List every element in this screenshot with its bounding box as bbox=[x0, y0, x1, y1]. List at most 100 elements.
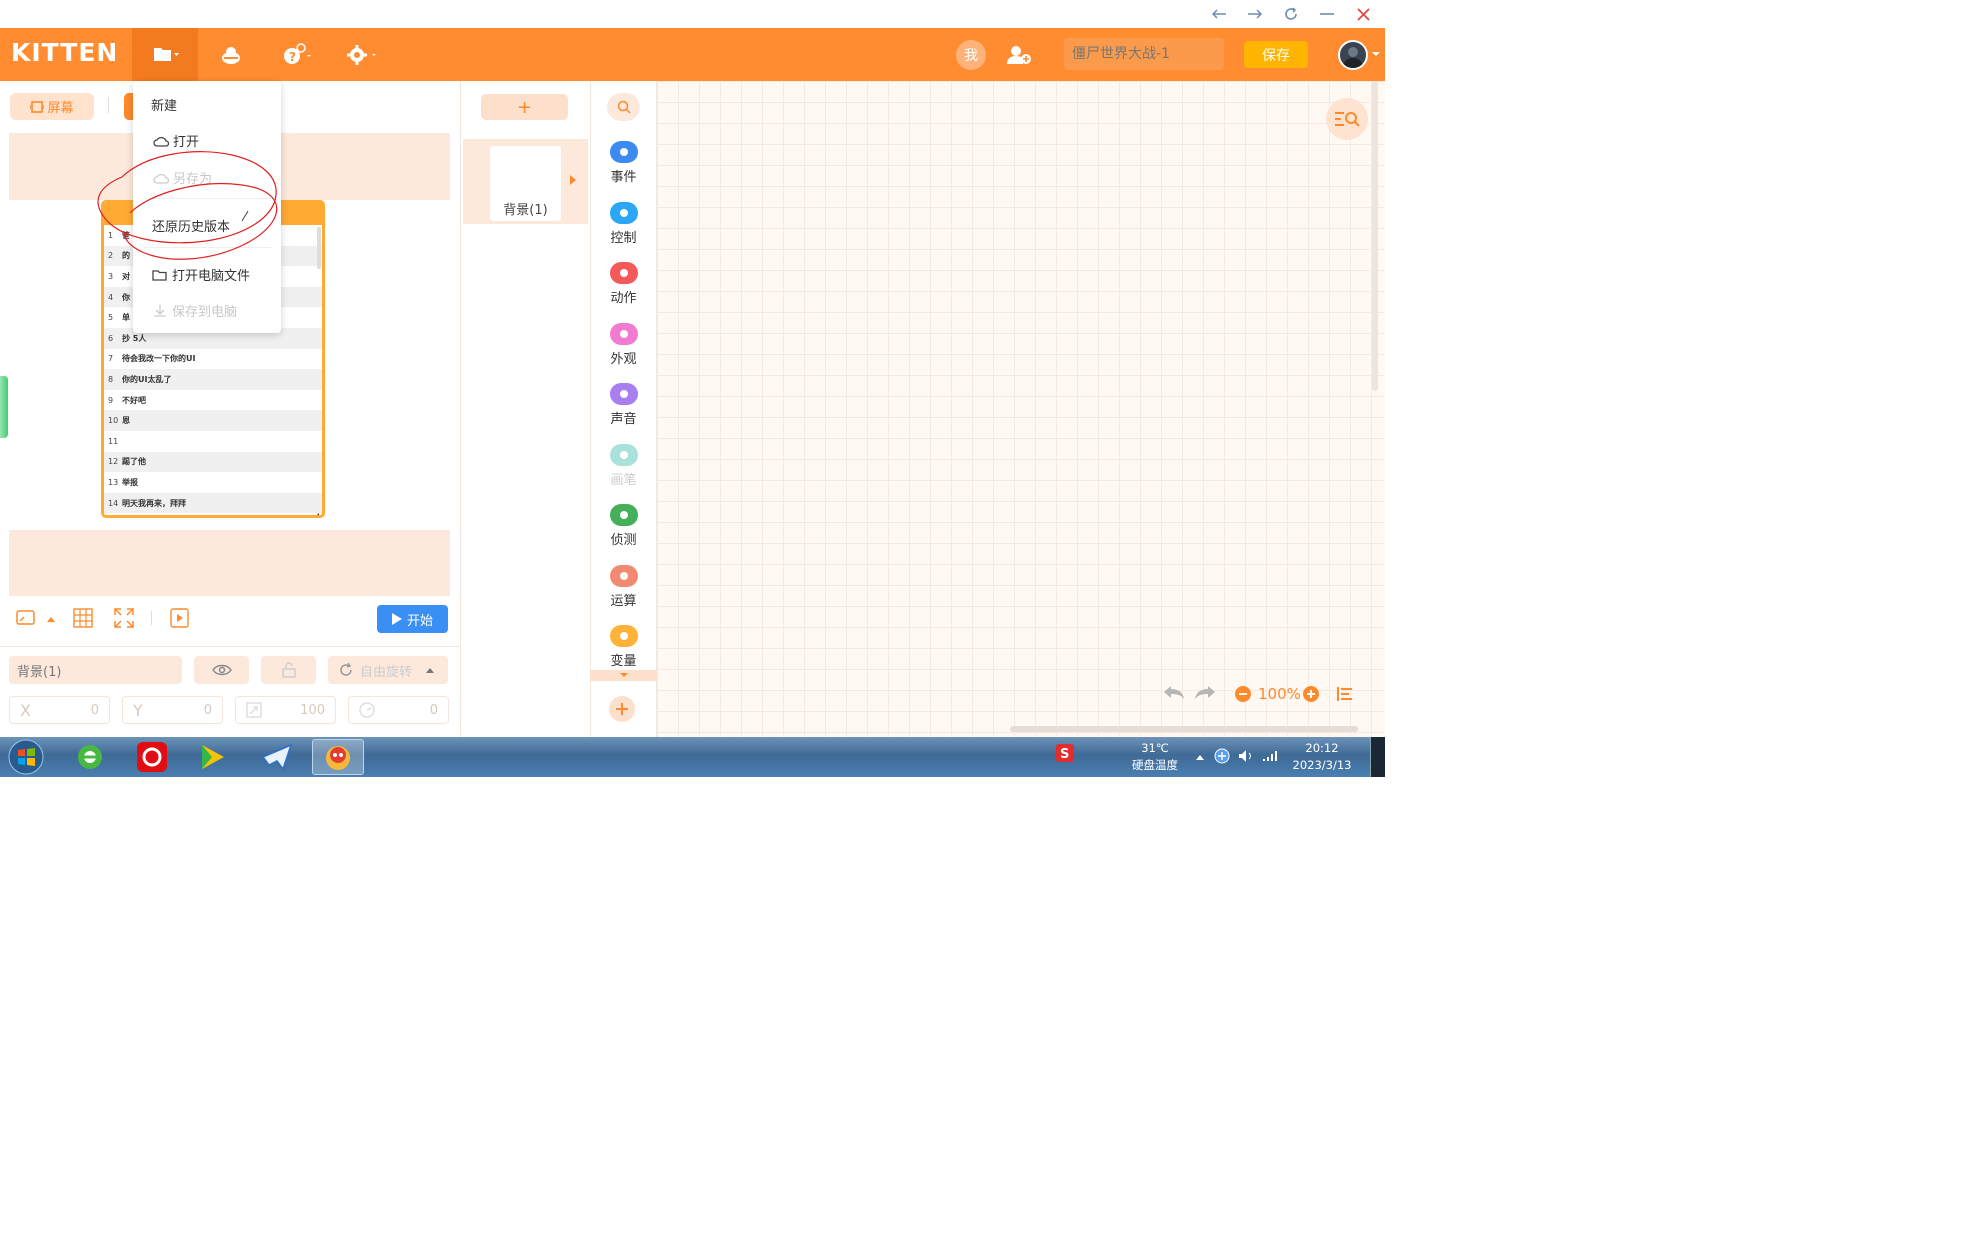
stage-size-icon[interactable] bbox=[16, 609, 38, 627]
signal-icon[interactable] bbox=[1262, 748, 1278, 762]
user-avatar[interactable] bbox=[1338, 40, 1368, 70]
arrange-blocks-icon[interactable] bbox=[1337, 686, 1353, 702]
y-position-field[interactable]: Y0 bbox=[122, 696, 223, 724]
lock-toggle[interactable] bbox=[261, 656, 316, 684]
size-icon bbox=[246, 702, 262, 718]
start-button[interactable]: 开始 bbox=[377, 605, 448, 633]
list-row[interactable]: 12 踢了他 bbox=[104, 451, 322, 473]
netease-music-icon[interactable] bbox=[130, 740, 174, 774]
record-video-icon[interactable] bbox=[170, 608, 190, 628]
category-scroll-strip[interactable] bbox=[590, 670, 657, 681]
code-vertical-scrollbar[interactable] bbox=[1372, 81, 1378, 391]
list-row[interactable]: 8 你的UI太乱了 bbox=[104, 369, 322, 390]
x-value: 0 bbox=[90, 702, 99, 718]
stage-size-up-icon[interactable] bbox=[47, 616, 55, 622]
list-row-index: 13 bbox=[108, 477, 119, 487]
code-horizontal-scrollbar[interactable] bbox=[1010, 726, 1358, 732]
list-row-index: 12 bbox=[108, 457, 119, 467]
sprite-library-icon[interactable] bbox=[216, 38, 246, 72]
sprite-name-field[interactable]: 背景(1) bbox=[9, 656, 182, 684]
list-row-index: 9 bbox=[108, 395, 114, 405]
messenger-bird-icon[interactable] bbox=[255, 740, 299, 774]
menu-item-label: 保存到电脑 bbox=[172, 305, 238, 320]
category-pen[interactable]: 画笔 bbox=[590, 443, 657, 488]
direction-field[interactable]: 0 bbox=[348, 696, 449, 724]
redo-icon[interactable] bbox=[1194, 684, 1216, 700]
visibility-toggle[interactable] bbox=[194, 656, 249, 684]
me-avatar[interactable]: 我 bbox=[956, 40, 986, 70]
list-row-text: 单 bbox=[122, 313, 130, 323]
clock[interactable]: 20:12 2023/3/13 bbox=[1286, 740, 1358, 774]
category-label: 运算 bbox=[610, 593, 637, 609]
undo-icon[interactable] bbox=[1163, 684, 1185, 700]
resize-handle-icon[interactable] bbox=[313, 513, 319, 515]
add-collaborator-icon[interactable] bbox=[1004, 38, 1034, 72]
pen-category-icon bbox=[609, 443, 638, 466]
file-menu-button[interactable] bbox=[132, 28, 198, 81]
category-sensing[interactable]: 侦测 bbox=[590, 504, 657, 548]
show-desktop-button[interactable] bbox=[1370, 737, 1385, 777]
direction-icon bbox=[359, 702, 375, 718]
save-button[interactable]: 保存 bbox=[1244, 41, 1308, 68]
network-tray-icon[interactable] bbox=[1214, 748, 1230, 764]
list-row[interactable]: 10 恩 bbox=[104, 410, 322, 431]
zoom-in-icon[interactable] bbox=[1303, 686, 1319, 702]
grid-icon[interactable] bbox=[73, 608, 93, 628]
list-row[interactable]: 9 不好吧 bbox=[104, 390, 322, 411]
category-motion[interactable]: 动作 bbox=[590, 262, 657, 306]
category-sound[interactable]: 声音 bbox=[590, 383, 657, 427]
project-name-input[interactable] bbox=[1064, 38, 1224, 70]
add-sprite-button[interactable]: + bbox=[481, 94, 568, 120]
menu-item-new[interactable]: 新建 bbox=[151, 95, 177, 114]
video-player-icon[interactable] bbox=[190, 740, 234, 774]
list-row[interactable]: 14 明天我再来，拜拜 bbox=[104, 492, 322, 514]
screen-icon bbox=[30, 100, 45, 113]
close-icon[interactable] bbox=[1352, 4, 1374, 24]
start-label: 开始 bbox=[406, 613, 433, 629]
settings-gear-icon[interactable] bbox=[344, 38, 380, 72]
code-workspace[interactable] bbox=[657, 81, 1385, 737]
category-operator[interactable]: 运算 bbox=[590, 564, 657, 609]
side-drag-handle[interactable] bbox=[0, 376, 8, 438]
rotate-icon bbox=[338, 662, 354, 678]
user-menu-chevron-icon[interactable] bbox=[1372, 52, 1380, 58]
looks-category-icon bbox=[609, 322, 638, 345]
kitten-app-icon[interactable] bbox=[312, 739, 364, 775]
minimize-icon[interactable] bbox=[1316, 4, 1338, 24]
forward-icon[interactable] bbox=[1244, 4, 1266, 24]
category-event[interactable]: 事件 bbox=[590, 141, 657, 185]
list-row[interactable]: 13 举报 bbox=[104, 472, 322, 493]
volume-icon[interactable] bbox=[1238, 749, 1254, 763]
lock-icon bbox=[281, 662, 297, 678]
fullscreen-icon[interactable] bbox=[114, 608, 134, 628]
code-search-icon[interactable] bbox=[1326, 98, 1368, 140]
list-row[interactable]: 11 bbox=[104, 431, 322, 452]
category-looks[interactable]: 外观 bbox=[590, 322, 657, 367]
back-icon[interactable] bbox=[1208, 4, 1230, 24]
chevron-up-icon bbox=[426, 667, 435, 673]
x-position-field[interactable]: X0 bbox=[9, 696, 110, 724]
menu-item-save-local[interactable]: 保存到电脑 bbox=[152, 301, 237, 320]
category-control[interactable]: 控制 bbox=[590, 201, 657, 246]
category-variable[interactable]: 变量 bbox=[590, 625, 657, 669]
sogou-input-icon[interactable]: S bbox=[1056, 744, 1074, 762]
list-scrollbar[interactable] bbox=[317, 227, 321, 269]
add-extension-button[interactable] bbox=[609, 696, 635, 722]
chevron-right-icon[interactable] bbox=[570, 175, 576, 185]
refresh-icon[interactable] bbox=[1280, 4, 1302, 24]
list-row-index: 3 bbox=[108, 271, 114, 281]
zoom-out-icon[interactable] bbox=[1235, 686, 1251, 702]
ie-browser-icon[interactable] bbox=[68, 740, 112, 774]
screen-button[interactable]: 屏幕 bbox=[10, 93, 94, 120]
y-label: Y bbox=[133, 700, 143, 720]
show-hidden-icons-icon[interactable] bbox=[1196, 754, 1204, 760]
block-search-icon[interactable] bbox=[607, 93, 640, 121]
disk-temperature[interactable]: 31℃ 硬盘温度 bbox=[1122, 740, 1188, 774]
help-icon[interactable]: ? bbox=[280, 38, 316, 72]
size-field[interactable]: 100 bbox=[235, 696, 336, 724]
list-row-text: 你的UI太乱了 bbox=[122, 374, 172, 384]
rotation-mode-select[interactable]: 自由旋转 bbox=[328, 656, 448, 684]
windows-start-button[interactable] bbox=[5, 738, 47, 776]
motion-category-icon bbox=[609, 262, 638, 284]
list-row[interactable]: 7 待会我改一下你的UI bbox=[104, 349, 322, 370]
